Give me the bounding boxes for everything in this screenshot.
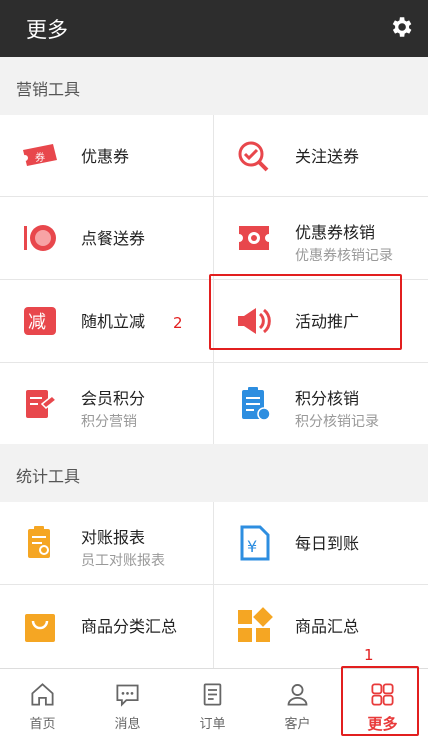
tab-label: 消息: [114, 717, 141, 732]
item-title: 会员积分: [81, 389, 146, 408]
coupon-ticket-icon: 券: [22, 144, 57, 166]
product-summary-item[interactable]: 商品汇总: [214, 585, 427, 666]
section-header-marketing: 营销工具: [0, 57, 428, 115]
item-title: 随机立减: [81, 312, 146, 331]
highlight-box-more-tab: [341, 666, 419, 736]
divider: [0, 362, 428, 363]
svg-text:券: 券: [35, 151, 45, 164]
message-icon: [116, 684, 139, 707]
item-title: 点餐送券: [81, 229, 146, 248]
divider: [0, 196, 428, 197]
home-icon: [31, 683, 54, 706]
tab-label: 客户: [284, 717, 311, 732]
clipboard-points-icon: [242, 387, 271, 421]
item-title: 每日到账: [295, 534, 360, 553]
random-discount-icon: 减: [24, 307, 56, 335]
member-points-item[interactable]: 会员积分 积分营销: [0, 363, 213, 444]
item-title: 优惠券: [81, 147, 130, 166]
svg-text:减: 减: [28, 312, 46, 333]
daily-yuan-icon: ¥: [240, 525, 270, 561]
highlight-box-promotion: [209, 274, 402, 350]
tab-label: 首页: [29, 717, 56, 732]
app-header: 更多: [0, 0, 428, 57]
page-title: 更多: [26, 18, 68, 42]
follow-coupon-item[interactable]: 关注送券: [214, 115, 427, 196]
daily-arrival-item[interactable]: ¥ 每日到账: [214, 502, 427, 583]
tab-messages[interactable]: 消息: [85, 669, 170, 739]
tab-orders[interactable]: 订单: [170, 669, 255, 739]
dining-plate-icon: [24, 225, 56, 251]
category-summary-item[interactable]: 商品分类汇总: [0, 585, 213, 666]
item-subtitle: 员工对账报表: [81, 553, 165, 569]
search-check-icon: [238, 141, 269, 172]
reconciliation-report-item[interactable]: 对账报表 员工对账报表: [0, 502, 213, 583]
divider: [0, 584, 428, 585]
item-title: 商品汇总: [295, 617, 360, 636]
order-coupon-item[interactable]: 点餐送券: [0, 197, 213, 278]
item-subtitle: 优惠券核销记录: [295, 248, 393, 264]
section-label: 营销工具: [16, 80, 81, 99]
svg-text:¥: ¥: [247, 537, 257, 556]
divider: [213, 502, 214, 668]
report-icon: [28, 526, 50, 558]
section-label: 统计工具: [16, 467, 81, 486]
item-title: 对账报表: [81, 528, 146, 547]
item-title: 优惠券核销: [295, 223, 376, 242]
order-icon: [203, 683, 222, 706]
gear-icon[interactable]: [388, 14, 414, 40]
annotation-marker-1: 1: [364, 646, 374, 664]
item-subtitle: 积分营销: [81, 414, 137, 430]
item-subtitle: 积分核销记录: [295, 414, 379, 430]
item-title: 积分核销: [295, 389, 360, 408]
annotation-marker-2: 2: [173, 314, 183, 332]
points-verify-item[interactable]: 积分核销 积分核销记录: [214, 363, 427, 444]
item-title: 商品分类汇总: [81, 617, 178, 636]
coupon-verify-item[interactable]: 优惠券核销 优惠券核销记录: [214, 197, 427, 278]
customer-icon: [287, 684, 308, 706]
shopping-bag-icon: [25, 614, 55, 642]
coupon-item[interactable]: 券 优惠券: [0, 115, 213, 196]
section-header-stats: 统计工具: [0, 444, 428, 502]
tab-home[interactable]: 首页: [0, 669, 85, 739]
coupon-verify-icon: [239, 226, 269, 250]
stats-grid: 对账报表 员工对账报表 ¥ 每日到账 商品分类汇总 商品汇总: [0, 502, 428, 668]
tab-customers[interactable]: 客户: [255, 669, 340, 739]
item-title: 关注送券: [295, 147, 360, 166]
member-points-icon: [26, 390, 58, 418]
product-grid-icon: [238, 607, 273, 642]
tab-label: 订单: [199, 717, 226, 732]
